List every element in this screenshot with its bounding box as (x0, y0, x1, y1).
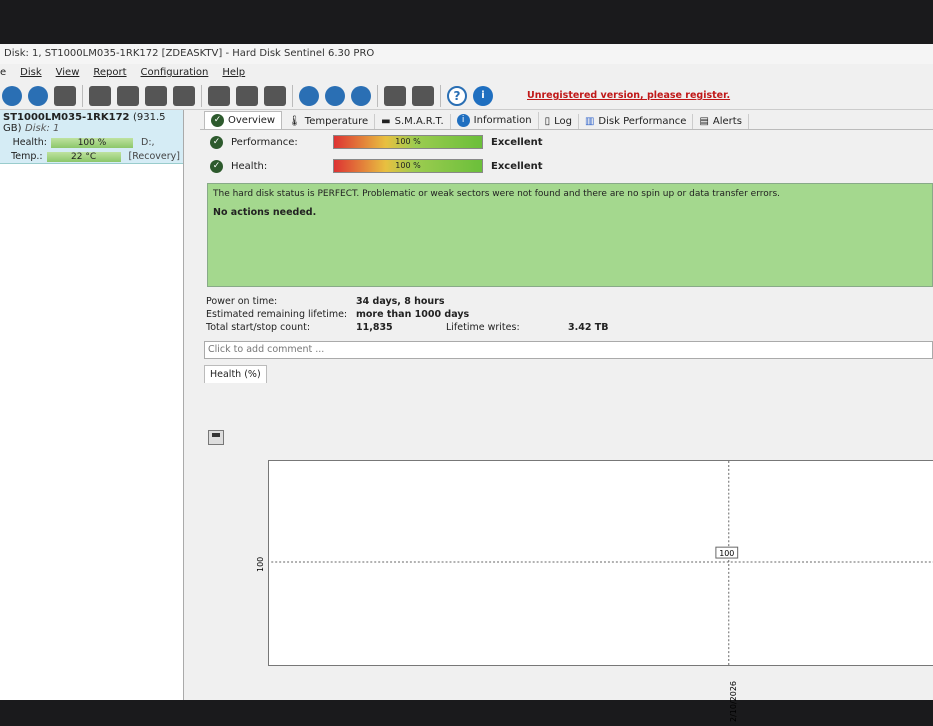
check-icon: ✓ (210, 159, 223, 173)
menu-view[interactable]: View (56, 64, 80, 82)
tab-temperature[interactable]: 🌡 Temperature (282, 114, 376, 129)
x-tick-label: 2/10/2026 (729, 681, 738, 722)
disk-info: Power on time: 34 days, 8 hours Estimate… (206, 295, 933, 335)
separator (292, 84, 293, 107)
health-bar: 100 % (51, 137, 133, 148)
separator (377, 84, 378, 107)
menu-configuration[interactable]: Configuration (141, 64, 209, 82)
tab-label: Alerts (712, 116, 742, 127)
separator (201, 84, 202, 107)
separator (440, 84, 441, 107)
disk-number: Disk: 1 (25, 123, 60, 134)
tab-label: Temperature (304, 116, 369, 127)
drive-letter: D:, (141, 137, 155, 148)
sound-icon[interactable] (412, 85, 434, 106)
x-axis: 2/10/2026 (729, 681, 738, 722)
document-icon: ▯ (544, 116, 551, 127)
writes-label: Lifetime writes: (446, 322, 520, 333)
menu-report[interactable]: Report (93, 64, 126, 82)
backup-icon[interactable] (236, 85, 258, 106)
help-icon[interactable]: ? (447, 85, 467, 106)
refresh-warning-icon[interactable] (28, 85, 48, 106)
disk-list-panel: ST1000LM035-1RK172 (931.5 GB) Disk: 1 He… (0, 110, 184, 700)
disk-search-icon[interactable] (173, 85, 195, 106)
data-label: 100 (719, 549, 734, 558)
tab-log[interactable]: ▯ Log (539, 114, 579, 129)
temp-label: Temp.: (11, 151, 43, 162)
main-panel: ✓ Overview 🌡 Temperature ▬ S.M.A.R.T. i Info… (200, 110, 933, 722)
tab-label: Disk Performance (598, 116, 687, 127)
tab-information[interactable]: i Information (451, 112, 539, 129)
tab-label: Overview (228, 115, 276, 126)
y-axis: 100 (256, 557, 265, 572)
app-window: Disk: 1, ST1000LM035-1RK172 [ZDEASKTV] -… (0, 44, 933, 722)
alerts-icon: ▤ (699, 116, 709, 127)
disk-globe-icon[interactable] (208, 85, 230, 106)
tab-health-chart[interactable]: Health (%) (204, 365, 267, 383)
temp-bar: 22 °C (46, 151, 121, 162)
performance-label: Performance: (231, 136, 298, 148)
tab-bar: ✓ Overview 🌡 Temperature ▬ S.M.A.R.T. i Info… (200, 110, 933, 130)
disk-model: ST1000LM035-1RK172 (3, 112, 130, 123)
network-icon[interactable] (351, 85, 371, 106)
chart-icon: ▥ (584, 116, 595, 127)
report-icon[interactable] (299, 85, 319, 106)
health-row: ✓ Health: 100 % Excellent (200, 154, 933, 178)
menu-bar: e Disk View Report Configuration Help (0, 64, 933, 82)
check-icon: ✓ (211, 114, 224, 127)
separator (82, 84, 83, 107)
disk-check-icon[interactable] (145, 85, 167, 106)
action-text: No actions needed. (213, 207, 317, 218)
register-link[interactable]: Unregistered version, please register. (527, 90, 730, 101)
power-on-label: Power on time: (206, 296, 278, 307)
disk-schedule-icon[interactable] (117, 85, 139, 106)
tab-alerts[interactable]: ▤ Alerts (693, 114, 749, 129)
startstop-label: Total start/stop count: (206, 322, 311, 333)
thermometer-icon: 🌡 (288, 116, 301, 127)
disk-test-icon[interactable] (89, 85, 111, 106)
performance-rating: Excellent (491, 136, 543, 148)
tab-smart[interactable]: ▬ S.M.A.R.T. (375, 114, 451, 129)
health-bar: 100 % (333, 159, 483, 173)
partition-label: [Recovery] (128, 151, 180, 162)
disk-list-icon[interactable] (54, 85, 76, 106)
performance-bar: 100 % (333, 135, 483, 149)
startstop-value: 11,835 (356, 322, 393, 333)
save-icon[interactable] (208, 430, 224, 445)
tab-disk-performance[interactable]: ▥ Disk Performance (579, 114, 694, 129)
menu-help[interactable]: Help (222, 64, 245, 82)
remaining-label: Estimated remaining lifetime: (206, 309, 348, 320)
writes-value: 3.42 TB (568, 322, 609, 333)
title-bar: Disk: 1, ST1000LM035-1RK172 [ZDEASKTV] -… (0, 44, 933, 64)
tab-label: Information (473, 115, 532, 126)
smart-icon: ▬ (381, 116, 391, 127)
tab-label: S.M.A.R.T. (394, 116, 444, 127)
refresh-icon[interactable] (2, 85, 22, 106)
toolbar: ? i Unregistered version, please registe… (0, 82, 933, 110)
health-chart: 100 (268, 460, 933, 666)
check-icon: ✓ (210, 135, 223, 149)
y-tick-label: 100 (256, 557, 265, 572)
tab-label: Log (554, 116, 572, 127)
performance-row: ✓ Performance: 100 % Excellent (200, 130, 933, 154)
menu-disk[interactable]: Disk (20, 64, 41, 82)
device-icon[interactable] (264, 85, 286, 106)
info-icon[interactable]: i (473, 85, 493, 106)
gear-icon[interactable] (384, 85, 406, 106)
mail-icon[interactable] (325, 85, 345, 106)
tab-overview[interactable]: ✓ Overview (204, 111, 283, 129)
comment-input[interactable]: Click to add comment ... (204, 341, 933, 359)
remaining-value: more than 1000 days (356, 309, 470, 320)
health-rating: Excellent (491, 160, 543, 172)
status-text: The hard disk status is PERFECT. Problem… (213, 189, 780, 199)
menu-file[interactable]: e (0, 64, 6, 82)
health-label: Health: (231, 160, 268, 172)
power-on-value: 34 days, 8 hours (356, 296, 445, 307)
health-label: Health: (12, 137, 47, 148)
disk-item[interactable]: ST1000LM035-1RK172 (931.5 GB) Disk: 1 He… (0, 110, 183, 164)
status-message: The hard disk status is PERFECT. Problem… (207, 183, 933, 287)
info-icon: i (456, 114, 470, 127)
